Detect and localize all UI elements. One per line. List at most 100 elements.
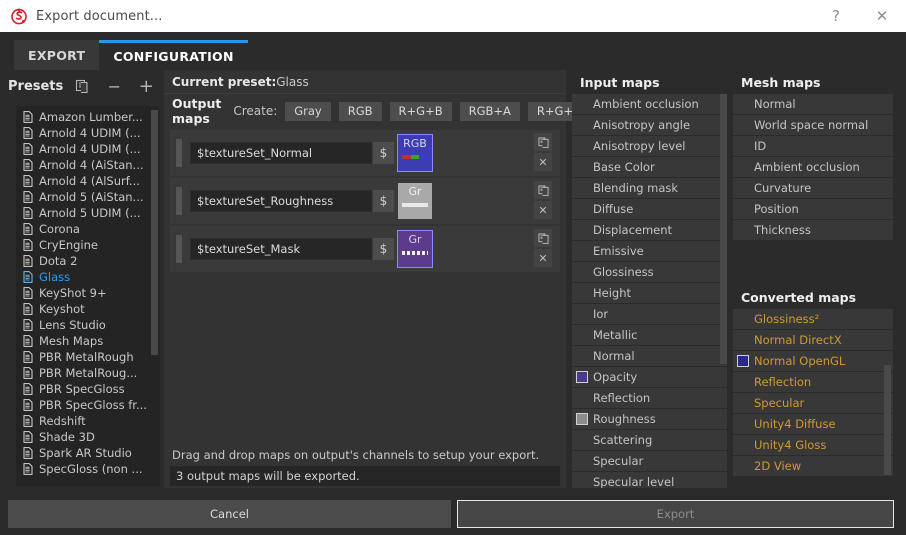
preset-item[interactable]: Arnold 4 (AiStan...: [16, 157, 160, 173]
preset-item[interactable]: Keyshot: [16, 301, 160, 317]
map-list-item[interactable]: Reflection: [733, 372, 893, 392]
map-list-item[interactable]: Curvature: [733, 178, 893, 198]
map-list-item[interactable]: Displacement: [572, 220, 727, 240]
output-map-name-input[interactable]: $textureSet_Normal: [190, 142, 372, 164]
create-r-g-b-button[interactable]: R+G+B: [390, 102, 452, 121]
create-gray-button[interactable]: Gray: [285, 102, 331, 121]
preset-item[interactable]: SpecGloss (non ...: [16, 461, 160, 477]
preset-item[interactable]: Redshift: [16, 413, 160, 429]
duplicate-row-icon[interactable]: [534, 229, 552, 247]
tab-export[interactable]: EXPORT: [14, 40, 99, 70]
map-list-item[interactable]: Normal: [733, 94, 893, 114]
map-list-item[interactable]: Ambient occlusion: [733, 157, 893, 177]
presets-scrollbar[interactable]: [151, 110, 158, 355]
export-button[interactable]: Export: [457, 500, 894, 528]
input-maps-list[interactable]: Ambient occlusion Anisotropy angleAnisotr…: [572, 94, 727, 488]
preset-item[interactable]: PBR SpecGloss: [16, 381, 160, 397]
preset-item[interactable]: Lens Studio: [16, 317, 160, 333]
preset-item[interactable]: Shade 3D: [16, 429, 160, 445]
remove-preset-button[interactable]: −: [101, 73, 127, 99]
preset-item[interactable]: PBR SpecGloss fr...: [16, 397, 160, 413]
converted-maps-list[interactable]: Glossiness²Normal DirectXNormal OpenGLRe…: [733, 309, 893, 487]
map-list-item[interactable]: 2D View: [733, 456, 893, 476]
map-list-item[interactable]: Thickness: [733, 220, 893, 240]
preset-item[interactable]: KeyShot 9+: [16, 285, 160, 301]
preset-item[interactable]: Arnold 4 UDIM (...: [16, 125, 160, 141]
insert-variable-button[interactable]: $: [373, 142, 394, 164]
preset-item[interactable]: Arnold 4 (AlSurf...: [16, 173, 160, 189]
output-map-row[interactable]: $textureSet_Normal$RGB ✕: [170, 130, 560, 176]
map-list-item[interactable]: Glossiness: [572, 262, 727, 282]
create-rgb-button[interactable]: RGB: [339, 102, 382, 121]
map-list-item[interactable]: ID: [733, 136, 893, 156]
add-preset-button[interactable]: +: [133, 73, 159, 99]
map-list-item[interactable]: Emissive: [572, 241, 727, 261]
preset-item[interactable]: CryEngine: [16, 237, 160, 253]
preset-item[interactable]: PBR MetalRough: [16, 349, 160, 365]
preset-item[interactable]: Spark AR Studio: [16, 445, 160, 461]
duplicate-row-icon[interactable]: [534, 133, 552, 151]
delete-row-button[interactable]: ✕: [534, 201, 552, 219]
output-map-channel-thumbnail[interactable]: Gr: [398, 231, 432, 267]
close-button[interactable]: ✕: [858, 0, 906, 32]
map-list-item[interactable]: Opacity: [572, 367, 727, 387]
duplicate-preset-icon[interactable]: [69, 73, 95, 99]
row-drag-handle[interactable]: [176, 187, 182, 215]
map-list-item[interactable]: Ambient occlusion: [572, 94, 727, 114]
preset-document-icon: [23, 319, 33, 331]
mesh-maps-list[interactable]: NormalWorld space normalIDAmbient occlus…: [733, 94, 893, 264]
insert-variable-button[interactable]: $: [373, 190, 394, 212]
preset-item[interactable]: Mesh Maps: [16, 333, 160, 349]
preset-item[interactable]: Arnold 5 (AiStan...: [16, 189, 160, 205]
delete-row-button[interactable]: ✕: [534, 153, 552, 171]
output-map-row[interactable]: $textureSet_Roughness$Gr ✕: [170, 178, 560, 224]
presets-list[interactable]: Amazon Lumber...Arnold 4 UDIM (...Arnold…: [16, 106, 160, 486]
map-list-item[interactable]: Normal: [572, 346, 727, 366]
map-list-item[interactable]: Anisotropy level: [572, 136, 727, 156]
delete-row-button[interactable]: ✕: [534, 249, 552, 267]
output-map-name-input[interactable]: $textureSet_Mask: [190, 238, 372, 260]
map-list-item[interactable]: Reflection: [572, 388, 727, 408]
map-list-item[interactable]: Normal OpenGL: [733, 351, 893, 371]
map-list-item[interactable]: Specular level: [572, 472, 727, 488]
map-list-item[interactable]: Glossiness²: [733, 309, 893, 329]
output-map-name-input[interactable]: $textureSet_Roughness: [190, 190, 372, 212]
map-list-item[interactable]: Unity4 Gloss: [733, 435, 893, 455]
map-list-item[interactable]: Metallic: [572, 325, 727, 345]
preset-item[interactable]: Corona: [16, 221, 160, 237]
map-list-item[interactable]: Diffuse: [572, 199, 727, 219]
map-list-item[interactable]: Normal DirectX: [733, 330, 893, 350]
row-drag-handle[interactable]: [176, 139, 182, 167]
map-list-item[interactable]: Ior: [572, 304, 727, 324]
map-list-item[interactable]: Base Color: [572, 157, 727, 177]
insert-variable-button[interactable]: $: [373, 238, 394, 260]
preset-item[interactable]: Dota 2: [16, 253, 160, 269]
output-map-channel-thumbnail[interactable]: RGB: [398, 135, 432, 171]
input-maps-scrollbar[interactable]: [720, 94, 727, 364]
map-list-item[interactable]: Position: [733, 199, 893, 219]
map-list-item[interactable]: Roughness: [572, 409, 727, 429]
tab-configuration[interactable]: CONFIGURATION: [99, 40, 247, 70]
preset-item[interactable]: Arnold 5 UDIM (...: [16, 205, 160, 221]
map-list-item[interactable]: Specular: [733, 393, 893, 413]
map-list-item[interactable]: Blending mask: [572, 178, 727, 198]
row-drag-handle[interactable]: [176, 235, 182, 263]
converted-maps-scrollbar[interactable]: [884, 365, 891, 475]
preset-item[interactable]: Arnold 4 UDIM (...: [16, 141, 160, 157]
map-list-item[interactable]: Specular: [572, 451, 727, 471]
map-list-item[interactable]: Scattering: [572, 430, 727, 450]
preset-item[interactable]: Glass: [16, 269, 160, 285]
map-list-item[interactable]: World space normal: [733, 115, 893, 135]
map-list-item[interactable]: Anisotropy angle: [572, 115, 727, 135]
preset-item[interactable]: PBR MetalRoug...: [16, 365, 160, 381]
output-map-row[interactable]: $textureSet_Mask$Gr ✕: [170, 226, 560, 272]
map-list-item[interactable]: Height: [572, 283, 727, 303]
output-map-channel-thumbnail[interactable]: Gr: [398, 183, 432, 219]
map-list-item[interactable]: Unity4 Diffuse: [733, 414, 893, 434]
cancel-button[interactable]: Cancel: [8, 500, 451, 528]
create-rgba-button[interactable]: RGB+A: [460, 102, 520, 121]
map-list-item-label: Ambient occlusion: [593, 97, 699, 111]
help-button[interactable]: ?: [814, 0, 858, 32]
preset-item[interactable]: Amazon Lumber...: [16, 109, 160, 125]
duplicate-row-icon[interactable]: [534, 181, 552, 199]
